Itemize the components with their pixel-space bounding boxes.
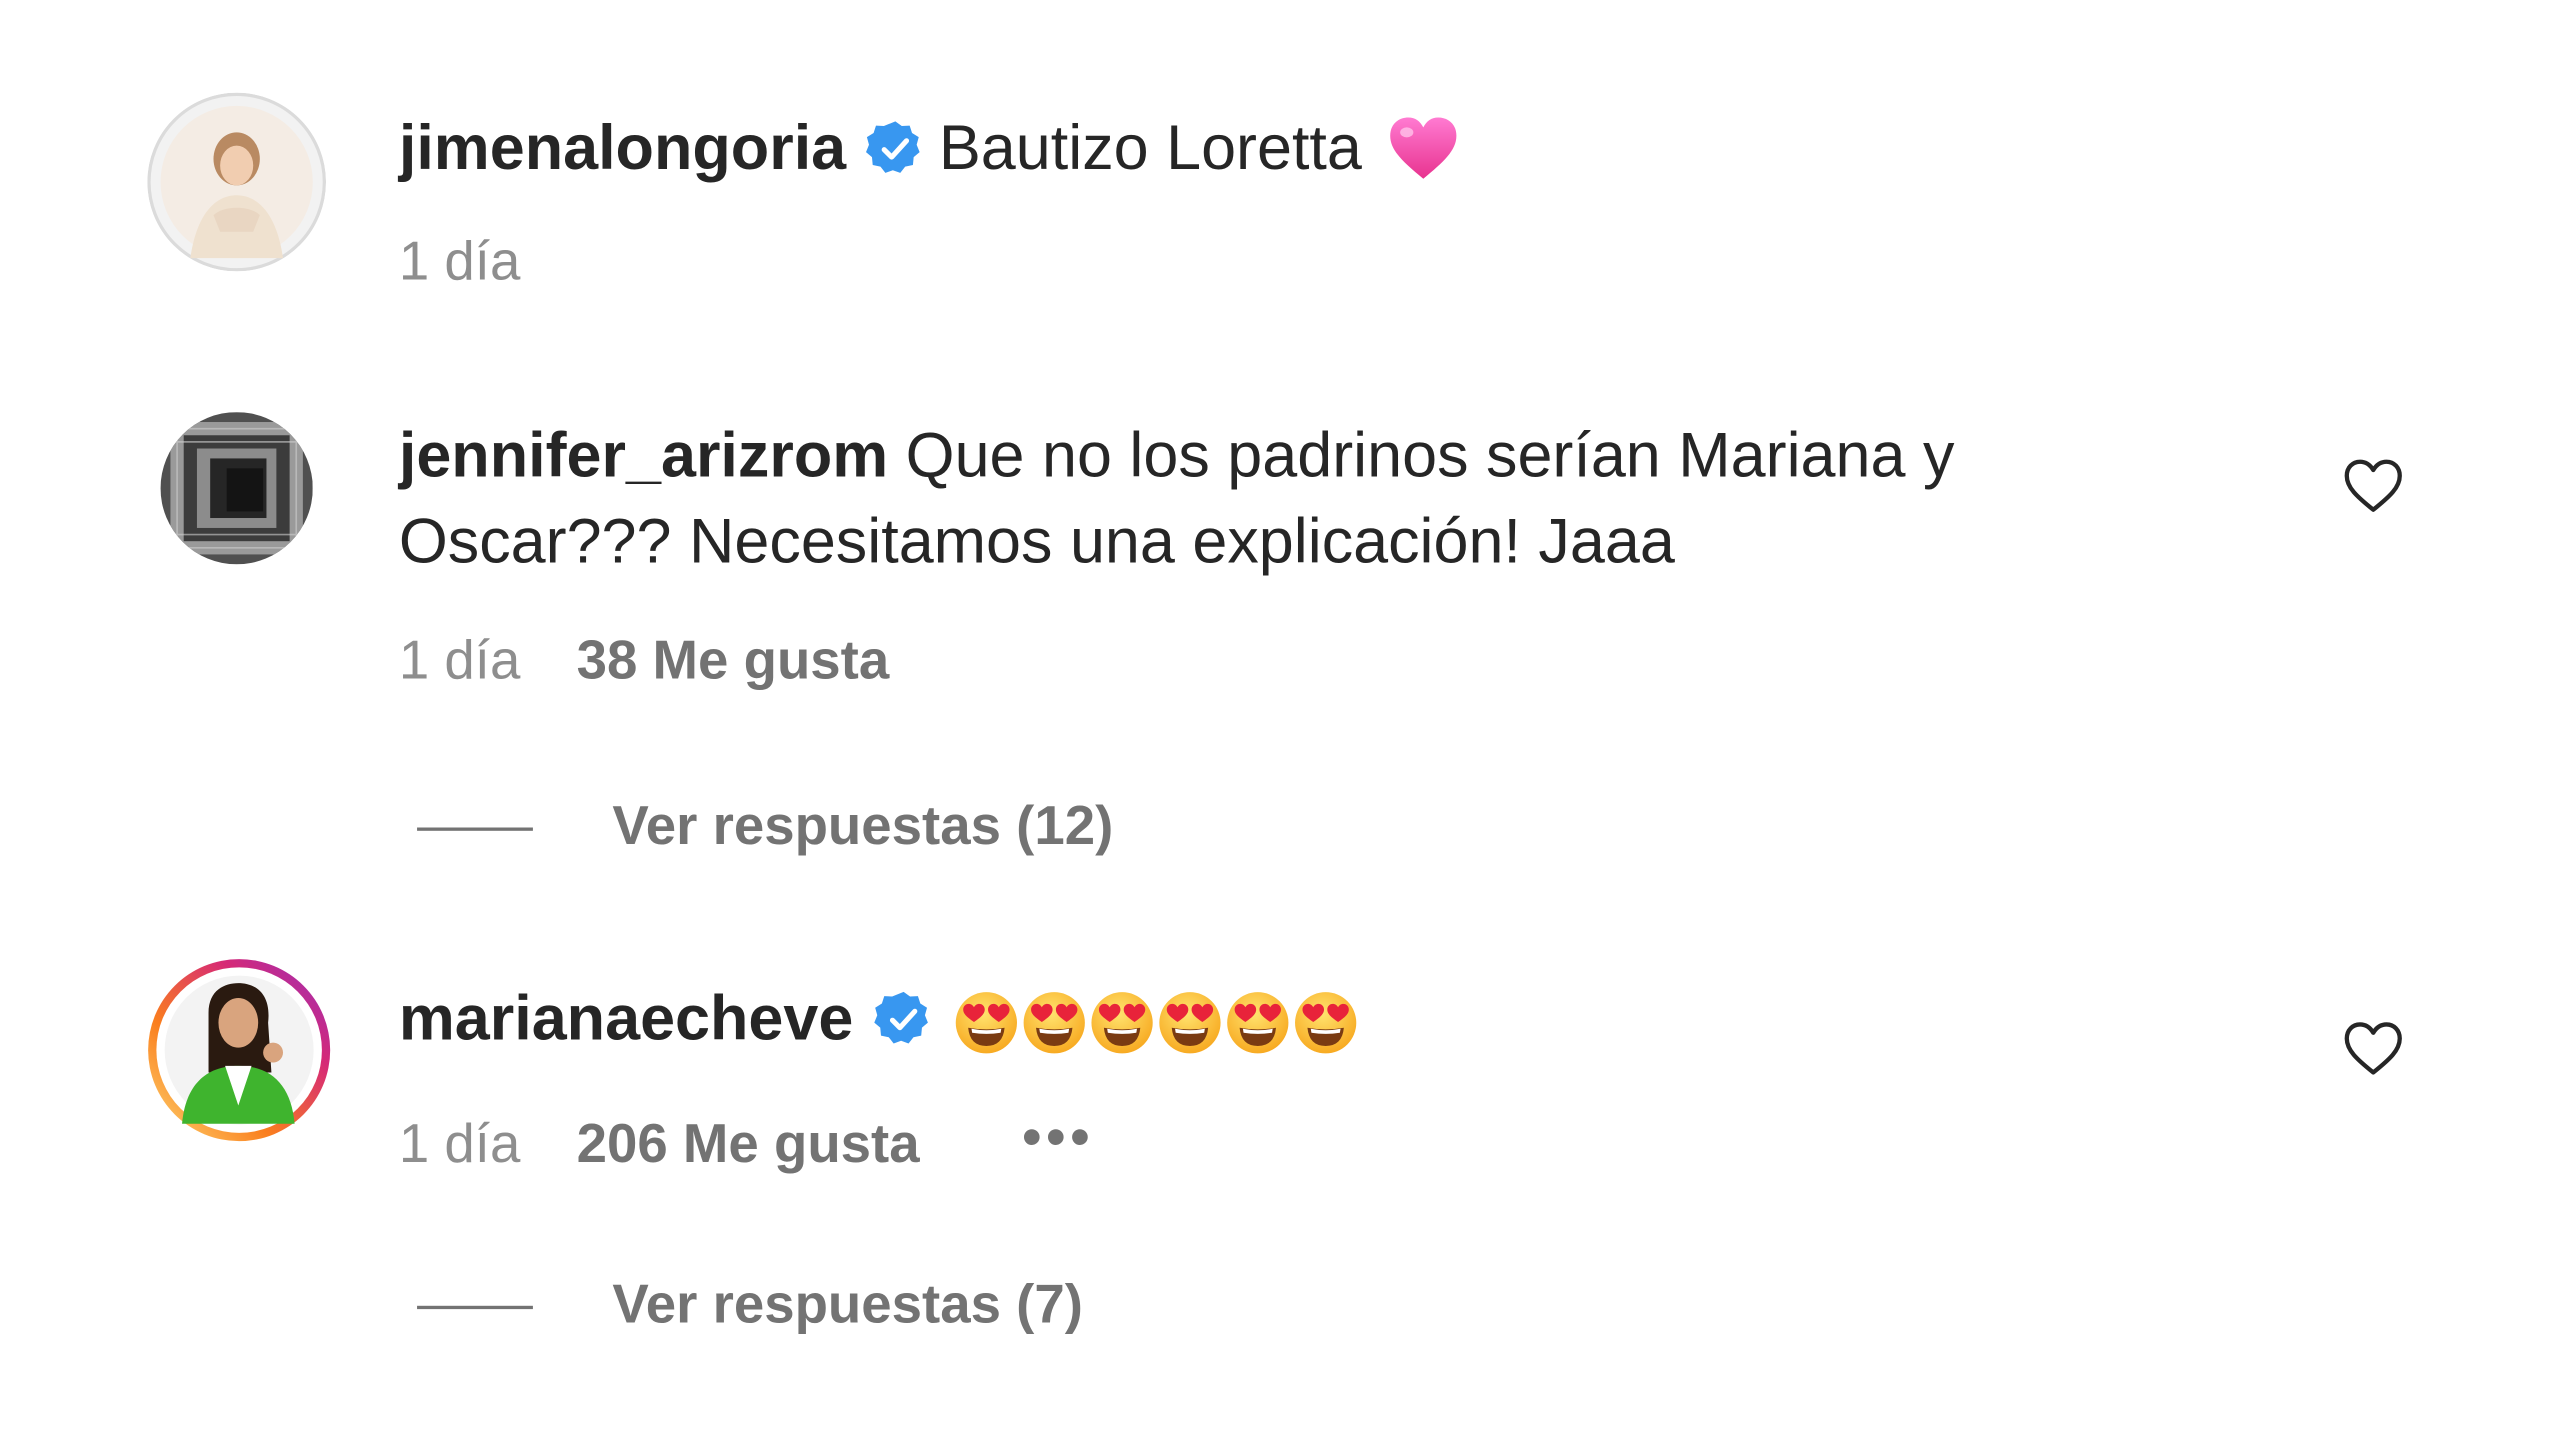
like-heart-icon[interactable] bbox=[2340, 453, 2406, 519]
comment-body: jennifer_arizrom Que no los padrinos ser… bbox=[399, 414, 1955, 586]
comment-body: marianaecheve bbox=[399, 976, 1360, 1079]
username-link[interactable]: marianaecheve bbox=[399, 985, 854, 1055]
likes-count-link[interactable]: 38 Me gusta bbox=[577, 629, 890, 690]
view-replies-label: Ver respuestas (12) bbox=[612, 794, 1114, 856]
heart-eyes-emoji-icon bbox=[1158, 992, 1220, 1054]
heart-eyes-emoji-icon bbox=[1294, 992, 1356, 1054]
comment-line: jimenalongoria Bautizo Loretta bbox=[399, 106, 1459, 205]
heart-eyes-emoji-icon bbox=[955, 992, 1017, 1054]
comment-line: jennifer_arizrom Que no los padrinos ser… bbox=[399, 414, 1955, 500]
emoji-row bbox=[953, 990, 1360, 1079]
comment-text-continued: Oscar??? Necesitamos una explicación! Ja… bbox=[398, 508, 1675, 578]
heart-eyes-emoji-icon bbox=[1090, 992, 1153, 1054]
replies-divider bbox=[417, 827, 533, 832]
likes-count-link[interactable]: 206 Me gusta bbox=[577, 1112, 920, 1173]
more-options-icon[interactable]: ••• bbox=[1022, 1106, 1094, 1169]
username-link[interactable]: jennifer_arizrom bbox=[399, 422, 888, 492]
verified-badge-icon bbox=[866, 116, 926, 202]
avatar-image bbox=[148, 959, 331, 1142]
avatar-image bbox=[147, 92, 327, 272]
heart-eyes-emoji-icon bbox=[1226, 992, 1288, 1054]
view-replies-button[interactable]: Ver respuestas (12) bbox=[417, 794, 1113, 857]
comments-list: jimenalongoria Bautizo Loretta 1 día jen… bbox=[0, 0, 2560, 1440]
comment-text: Bautizo Loretta bbox=[938, 114, 1362, 184]
comment-line: marianaecheve bbox=[399, 976, 1360, 1079]
avatar[interactable] bbox=[147, 92, 327, 272]
replies-divider bbox=[417, 1306, 533, 1310]
like-heart-icon[interactable] bbox=[2340, 1016, 2406, 1082]
timestamp[interactable]: 1 día bbox=[399, 230, 520, 291]
comment-body: jimenalongoria Bautizo Loretta bbox=[399, 106, 1459, 205]
comment-text: Que no los padrinos serían Mariana y bbox=[905, 422, 1955, 492]
timestamp[interactable]: 1 día bbox=[399, 1112, 520, 1173]
heart-eyes-emoji-icon bbox=[1023, 992, 1085, 1054]
pink-heart-icon bbox=[1389, 116, 1459, 205]
comment-meta: 1 día 206 Me gusta ••• bbox=[399, 1106, 1095, 1176]
view-replies-button[interactable]: Ver respuestas (7) bbox=[417, 1273, 1083, 1336]
verified-badge-icon bbox=[873, 986, 933, 1072]
comment-meta: 1 día bbox=[399, 230, 520, 293]
story-avatar[interactable] bbox=[146, 957, 333, 1144]
view-replies-label: Ver respuestas (7) bbox=[612, 1272, 1083, 1334]
timestamp[interactable]: 1 día bbox=[399, 629, 520, 690]
avatar-image bbox=[160, 412, 313, 565]
comment-meta: 1 día 38 Me gusta bbox=[399, 629, 889, 692]
avatar[interactable] bbox=[160, 412, 313, 565]
username-link[interactable]: jimenalongoria bbox=[399, 114, 846, 184]
